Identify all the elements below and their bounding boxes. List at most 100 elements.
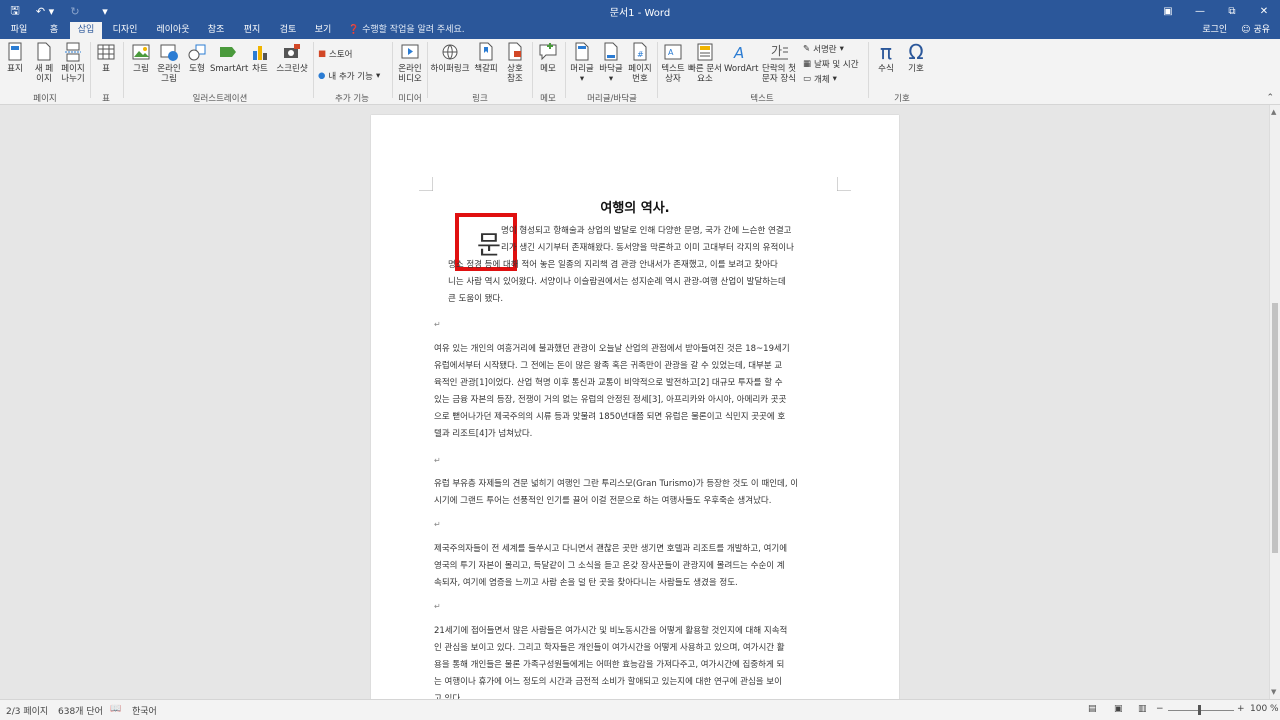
shapes-button[interactable]: 도형 bbox=[185, 42, 209, 74]
footer-button[interactable]: 바닥글 ▾ bbox=[597, 42, 625, 84]
minimize-icon[interactable]: — bbox=[1184, 0, 1216, 22]
text-line: 는 여행이나 휴가에 어느 정도의 시간과 금전적 소비가 할애되고 있는지에 … bbox=[434, 677, 782, 687]
store-button[interactable]: ■ 스토어 bbox=[318, 47, 353, 60]
blank-page-label-2: 이지 bbox=[36, 74, 52, 84]
text-box-label-2: 상자 bbox=[665, 74, 681, 84]
svg-text:A: A bbox=[733, 44, 744, 62]
drop-cap-button[interactable]: 가 단락의 첫 문자 장식 bbox=[760, 42, 798, 84]
bookmark-icon bbox=[479, 42, 493, 61]
tab-references[interactable]: 참조 bbox=[200, 22, 232, 39]
cover-page-button[interactable]: 표지 bbox=[4, 42, 26, 74]
web-layout-icon[interactable]: ▥ bbox=[1138, 704, 1147, 714]
online-video-button[interactable]: 온라인 비디오 bbox=[395, 42, 425, 84]
quick-parts-label-1: 빠른 문서 bbox=[688, 64, 722, 74]
wordart-label: WordArt bbox=[724, 64, 759, 74]
text-line: 시기에 그랜드 투어는 선풍적인 인기를 끌어 이걸 전문으로 하는 여행사들도… bbox=[434, 496, 772, 506]
group-table-label: 표 bbox=[102, 94, 110, 104]
smartart-button[interactable]: SmartArt bbox=[210, 42, 248, 74]
zoom-level[interactable]: 100 % bbox=[1250, 704, 1279, 714]
tab-insert[interactable]: 삽입 bbox=[70, 22, 102, 39]
group-media-label: 미디어 bbox=[398, 94, 422, 104]
restore-ribbon-icon[interactable]: ▣ bbox=[1152, 0, 1184, 22]
text-box-button[interactable]: A 텍스트 상자 bbox=[659, 42, 687, 84]
my-addins-button[interactable]: ● 내 추가 기능 ▾ bbox=[318, 69, 380, 82]
svg-text:가: 가 bbox=[771, 44, 782, 58]
my-addins-label: 내 추가 기능 bbox=[328, 71, 373, 82]
online-picture-button[interactable]: 온라인 그림 bbox=[155, 42, 183, 84]
tab-home[interactable]: 홈 bbox=[40, 22, 68, 39]
screenshot-button[interactable]: 스크린샷 bbox=[274, 42, 310, 74]
tab-file[interactable]: 파일 bbox=[4, 22, 34, 39]
group-separator bbox=[868, 42, 869, 98]
word-count[interactable]: 638개 단어 bbox=[58, 704, 103, 717]
group-separator bbox=[123, 42, 124, 98]
symbol-label: 기호 bbox=[908, 64, 924, 74]
comment-button[interactable]: 메모 bbox=[535, 42, 561, 74]
document-page[interactable]: 여행의 역사. 문 명이 형성되고 항해술과 상업의 발달로 인해 다양한 문명… bbox=[371, 115, 899, 699]
chart-button[interactable]: 차트 bbox=[248, 42, 272, 74]
svg-text:A: A bbox=[668, 48, 674, 57]
maximize-icon[interactable]: ⧉ bbox=[1216, 0, 1248, 22]
tab-design[interactable]: 디자인 bbox=[106, 22, 144, 39]
header-label: 머리글 bbox=[570, 64, 594, 74]
ribbon-insert: 표지 새 페 이지 페이지 나누기 페이지 표 표 그림 온라인 그림 도형 S… bbox=[0, 39, 1280, 105]
symbol-button[interactable]: Ω 기호 bbox=[902, 42, 930, 74]
cross-reference-button[interactable]: 상호 참조 bbox=[502, 42, 528, 84]
cross-reference-icon bbox=[508, 42, 522, 61]
zoom-slider-track[interactable] bbox=[1168, 710, 1234, 711]
text-line: 명소 정경 등에 대해 적어 놓은 일종의 지리책 겸 관광 안내서가 존재했고… bbox=[448, 260, 778, 270]
read-mode-icon[interactable]: ▤ bbox=[1088, 704, 1097, 714]
signature-icon: ✎ bbox=[803, 43, 811, 54]
object-button[interactable]: ▭ 개체 ▾ bbox=[803, 72, 837, 85]
paragraph-5: 21세기에 접어들면서 많은 사람들은 여가시간 및 비노동시간을 어떻게 활용… bbox=[434, 623, 837, 699]
picture-button[interactable]: 그림 bbox=[130, 42, 152, 74]
zoom-out-icon[interactable]: − bbox=[1156, 704, 1164, 714]
margin-corner-mark bbox=[837, 177, 851, 191]
dropdown-arrow-icon: ▾ bbox=[579, 74, 585, 84]
scrollbar-thumb[interactable] bbox=[1272, 303, 1278, 553]
date-time-label: 날짜 및 시간 bbox=[814, 59, 859, 70]
language-indicator[interactable]: 한국어 bbox=[132, 704, 157, 717]
tab-review[interactable]: 검토 bbox=[272, 22, 304, 39]
wordart-button[interactable]: A WordArt bbox=[724, 42, 759, 74]
zoom-in-icon[interactable]: + bbox=[1237, 704, 1245, 714]
table-button[interactable]: 표 bbox=[94, 42, 118, 74]
hyperlink-button[interactable]: 하이퍼링크 bbox=[430, 42, 470, 74]
text-line: 큰 도움이 됐다. bbox=[448, 294, 504, 304]
tell-me-box[interactable]: ❓ 수행할 작업을 알려 주세요. bbox=[348, 22, 465, 39]
tab-mailings[interactable]: 편지 bbox=[236, 22, 268, 39]
date-time-button[interactable]: ▦ 날짜 및 시간 bbox=[803, 57, 859, 70]
paragraph-1-rest: 명소 정경 등에 대해 적어 놓은 일종의 지리책 겸 관광 안내서가 존재했고… bbox=[448, 257, 837, 308]
tab-layout[interactable]: 레이아웃 bbox=[150, 22, 196, 39]
close-icon[interactable]: ✕ bbox=[1248, 0, 1280, 22]
scroll-up-icon[interactable]: ▲ bbox=[1271, 108, 1276, 116]
page-count[interactable]: 2/3 페이지 bbox=[6, 704, 48, 717]
dropdown-arrow-icon: ▾ bbox=[608, 74, 614, 84]
blank-page-button[interactable]: 새 페 이지 bbox=[30, 42, 58, 84]
vertical-scrollbar[interactable]: ▲ ▼ bbox=[1269, 105, 1280, 699]
bookmark-button[interactable]: 책갈피 bbox=[472, 42, 500, 74]
collapse-ribbon-icon[interactable]: ⌃ bbox=[1266, 93, 1274, 103]
share-button[interactable]: ☺ 공유 bbox=[1241, 22, 1270, 39]
equation-button[interactable]: π 수식 bbox=[872, 42, 900, 74]
zoom-slider-knob[interactable] bbox=[1198, 705, 1201, 715]
header-button[interactable]: 머리글 ▾ bbox=[568, 42, 596, 84]
hyperlink-icon bbox=[442, 44, 458, 60]
text-line: 영국의 투기 자본이 몰리고, 득달같이 그 소식을 듣고 온갖 장사꾼들이 관… bbox=[434, 561, 785, 571]
group-symbols-label: 기호 bbox=[894, 94, 910, 104]
drop-cap-icon: 가 bbox=[771, 44, 788, 60]
quick-parts-button[interactable]: 빠른 문서 요소 bbox=[688, 42, 722, 84]
page-number-button[interactable]: # 페이지 번호 bbox=[626, 42, 654, 84]
group-separator bbox=[565, 42, 566, 98]
text-line: 텔과 리조트[4]가 넘쳐났다. bbox=[434, 429, 533, 439]
signature-line-button[interactable]: ✎ 서명란 ▾ bbox=[803, 42, 844, 55]
proofing-icon[interactable]: 📖 bbox=[110, 704, 121, 714]
scroll-down-icon[interactable]: ▼ bbox=[1271, 688, 1276, 696]
paragraph-2: 여유 있는 개인의 여흥거리에 불과했던 관광이 오늘날 산업의 관점에서 받아… bbox=[434, 341, 837, 443]
text-line: 명이 형성되고 항해술과 상업의 발달로 인해 다양한 문명, 국가 간에 느슨… bbox=[501, 226, 792, 236]
tab-view[interactable]: 보기 bbox=[308, 22, 338, 39]
store-label: 스토어 bbox=[329, 49, 353, 60]
login-link[interactable]: 로그인 bbox=[1202, 22, 1227, 39]
print-layout-icon[interactable]: ▣ bbox=[1114, 704, 1123, 714]
page-break-button[interactable]: 페이지 나누기 bbox=[58, 42, 88, 84]
